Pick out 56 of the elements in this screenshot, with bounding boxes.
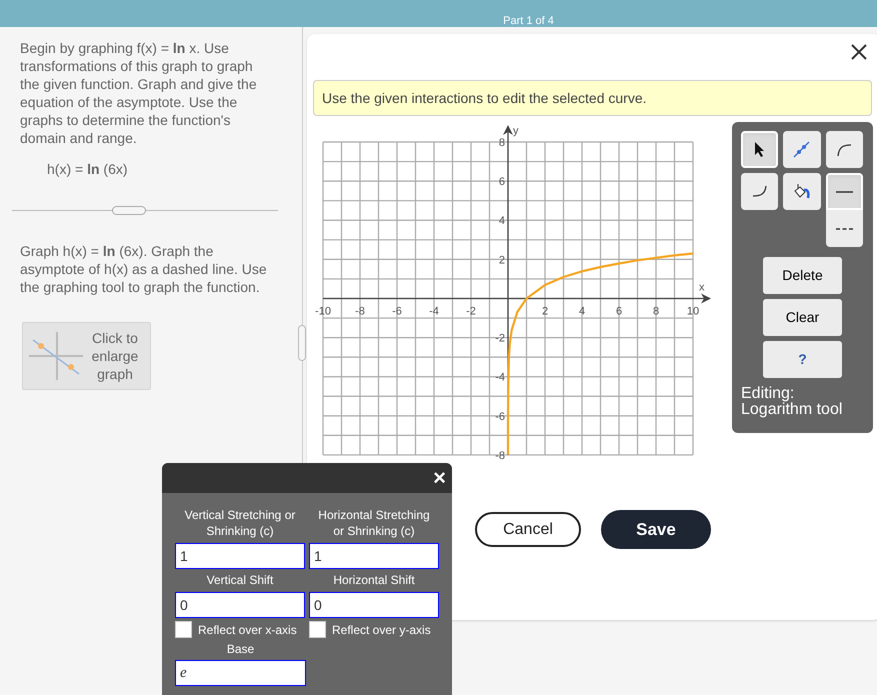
tick-label: 6 <box>498 176 505 188</box>
close-button[interactable]: × <box>433 467 446 489</box>
instruction-banner: Use the given interactions to edit the selected curve. <box>313 80 872 116</box>
part-indicator: Part 1 of 4 <box>503 15 554 27</box>
dashed-line-icon <box>836 228 853 230</box>
input-field[interactable]: 0 <box>309 592 439 618</box>
input-field[interactable]: 1 <box>309 543 439 569</box>
tick-label: 2 <box>498 254 505 266</box>
help-button[interactable]: ? <box>763 341 842 378</box>
tick-label: 8 <box>498 137 505 149</box>
status-text: Editing: Logarithm tool <box>741 386 844 418</box>
close-icon[interactable] <box>851 44 867 60</box>
tick-label: -2 <box>466 305 476 318</box>
field-label: Vertical Shift <box>206 572 274 588</box>
axis-label: x <box>699 281 704 294</box>
tick-label: 4 <box>498 215 505 228</box>
action-button[interactable]: Delete <box>763 257 842 294</box>
tick-label: -8 <box>355 305 365 318</box>
axis-label: y <box>513 125 518 137</box>
line-icon <box>791 139 812 160</box>
tick-label: -4 <box>495 372 505 384</box>
tool-button[interactable] <box>783 173 821 210</box>
tick-label: -6 <box>392 305 402 318</box>
save-button[interactable]: Save <box>601 510 711 549</box>
question-text: Begin by graphing f(x) = ln x. Use transformations of this graph to graph the given function. Graph and give the equation of the asymptote. Use the graphs to determine the function's domain and range. <box>20 39 258 147</box>
cancel-button[interactable]: Cancel <box>475 512 581 547</box>
tick-label: -2 <box>495 332 505 345</box>
task-text: Graph h(x) = ln (6x). Graph the asymptote of h(x) as a dashed line. Use the graphing tool to graph the function. <box>20 242 268 296</box>
resize-handle[interactable] <box>298 325 306 361</box>
field-label: Horizontal Stretching or Shrinking (c) <box>317 507 431 539</box>
tick-label: -4 <box>429 305 439 318</box>
solid-line-icon <box>836 190 853 192</box>
tick-label: -10 <box>315 305 331 318</box>
tick-label: 2 <box>542 305 548 318</box>
checkbox-label: Reflect over y-axis <box>332 622 431 638</box>
tool-button[interactable] <box>741 131 778 168</box>
checkbox-label: Reflect over x-axis <box>198 622 297 638</box>
input-field[interactable]: e <box>175 660 306 686</box>
tick-label: -8 <box>495 450 505 462</box>
input-field[interactable]: 1 <box>175 543 305 569</box>
enlarge-graph-button[interactable]: Click to enlarge graph <box>22 322 151 390</box>
action-button[interactable]: Clear <box>763 299 842 336</box>
field-label: Base <box>226 641 254 657</box>
function-text: h(x) = ln (6x) <box>47 160 129 178</box>
checkbox[interactable] <box>175 621 192 638</box>
checkbox[interactable] <box>309 621 326 638</box>
tick-label: 8 <box>652 305 660 318</box>
expand-handle[interactable] <box>112 206 146 215</box>
tick-label: 6 <box>616 305 622 318</box>
tick-label: 4 <box>578 305 586 318</box>
graph-thumbnail-icon <box>29 330 83 382</box>
tick-label: -6 <box>495 410 505 423</box>
field-label: Horizontal Shift <box>332 572 416 588</box>
field-label: Vertical Stretching or Shrinking (c) <box>184 507 296 539</box>
input-field[interactable]: 0 <box>175 592 305 618</box>
tick-label: 10 <box>686 305 700 318</box>
